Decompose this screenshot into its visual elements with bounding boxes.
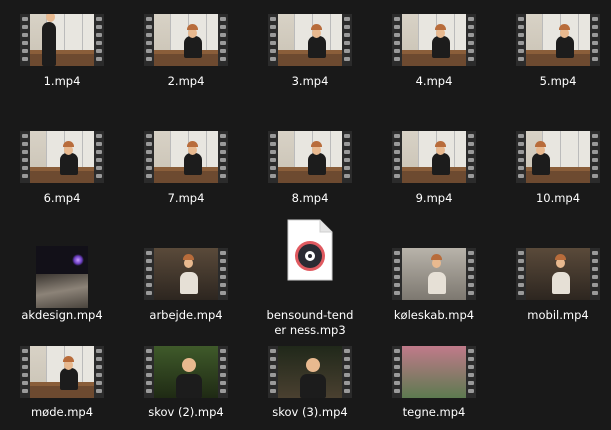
film-perforation (144, 248, 154, 300)
video-frame (154, 131, 218, 183)
file-name: akdesign.mp4 (21, 308, 103, 322)
video-frame (278, 131, 342, 183)
video-frame (154, 346, 218, 398)
file-name: bensound-tender ness.mp3 (266, 308, 354, 337)
video-frame (402, 248, 466, 300)
film-perforation (218, 248, 228, 300)
file-name: tegne.mp4 (402, 405, 466, 419)
video-thumbnail (392, 248, 476, 300)
file-name: arbejde.mp4 (149, 308, 223, 322)
film-perforation (144, 131, 154, 183)
file-thumbnail (248, 346, 372, 398)
file-name: køleskab.mp4 (393, 308, 475, 322)
video-frame (278, 346, 342, 398)
file-name: skov (3).mp4 (272, 405, 348, 419)
film-perforation (218, 346, 228, 398)
file-name: 9.mp4 (415, 191, 453, 205)
file-item[interactable]: mobil.mp4 (496, 0, 611, 322)
film-perforation (20, 131, 30, 183)
film-perforation (94, 346, 104, 398)
file-item[interactable]: skov (2).mp4 (124, 0, 248, 419)
video-thumbnail (20, 131, 104, 183)
file-thumbnail (0, 346, 124, 398)
file-name: 10.mp4 (535, 191, 581, 205)
file-name: mobil.mp4 (527, 308, 589, 322)
video-thumbnail (392, 131, 476, 183)
video-thumbnail (144, 131, 228, 183)
video-frame (526, 131, 590, 183)
video-thumbnail (20, 346, 104, 398)
film-perforation (392, 131, 402, 183)
video-frame (402, 346, 466, 398)
audio-file-icon (287, 219, 333, 281)
file-name: 8.mp4 (291, 191, 329, 205)
film-perforation (392, 248, 402, 300)
video-frame (154, 248, 218, 300)
file-name: 6.mp4 (43, 191, 81, 205)
film-perforation (342, 346, 352, 398)
film-perforation (516, 248, 526, 300)
file-name: skov (2).mp4 (148, 405, 224, 419)
file-name: møde.mp4 (30, 405, 94, 419)
video-thumbnail (36, 246, 88, 308)
file-thumbnail (248, 131, 372, 183)
file-thumbnail (0, 246, 124, 308)
film-perforation (144, 346, 154, 398)
file-thumbnail (372, 248, 496, 300)
film-perforation (268, 346, 278, 398)
file-thumbnail (496, 131, 611, 183)
video-frame (30, 346, 94, 398)
file-thumbnail (248, 218, 372, 282)
film-perforation (94, 131, 104, 183)
file-item[interactable]: tegne.mp4 (372, 0, 496, 419)
film-perforation (20, 346, 30, 398)
video-frame (402, 131, 466, 183)
film-perforation (268, 131, 278, 183)
file-thumbnail (124, 346, 248, 398)
film-perforation (218, 131, 228, 183)
video-thumbnail (516, 248, 600, 300)
file-thumbnail (124, 131, 248, 183)
file-thumbnail (0, 131, 124, 183)
film-perforation (342, 131, 352, 183)
file-thumbnail (496, 248, 611, 300)
file-name: 7.mp4 (167, 191, 205, 205)
video-thumbnail (268, 346, 352, 398)
video-thumbnail (144, 346, 228, 398)
file-thumbnail (372, 131, 496, 183)
film-perforation (590, 248, 600, 300)
file-grid: 1.mp4 2.mp4 3.mp4 4.mp4 5.mp4 6.mp4 7.mp4 8.mp4… (0, 0, 611, 430)
video-thumbnail (516, 131, 600, 183)
video-frame (526, 248, 590, 300)
file-item[interactable]: skov (3).mp4 (248, 0, 372, 419)
film-perforation (466, 248, 476, 300)
film-perforation (516, 131, 526, 183)
film-perforation (590, 131, 600, 183)
video-thumbnail (392, 346, 476, 398)
film-perforation (466, 346, 476, 398)
film-perforation (466, 131, 476, 183)
video-thumbnail (268, 131, 352, 183)
video-frame (30, 131, 94, 183)
file-thumbnail (372, 346, 496, 398)
file-item[interactable]: møde.mp4 (0, 0, 124, 419)
file-thumbnail (124, 248, 248, 300)
video-thumbnail (144, 248, 228, 300)
film-perforation (392, 346, 402, 398)
